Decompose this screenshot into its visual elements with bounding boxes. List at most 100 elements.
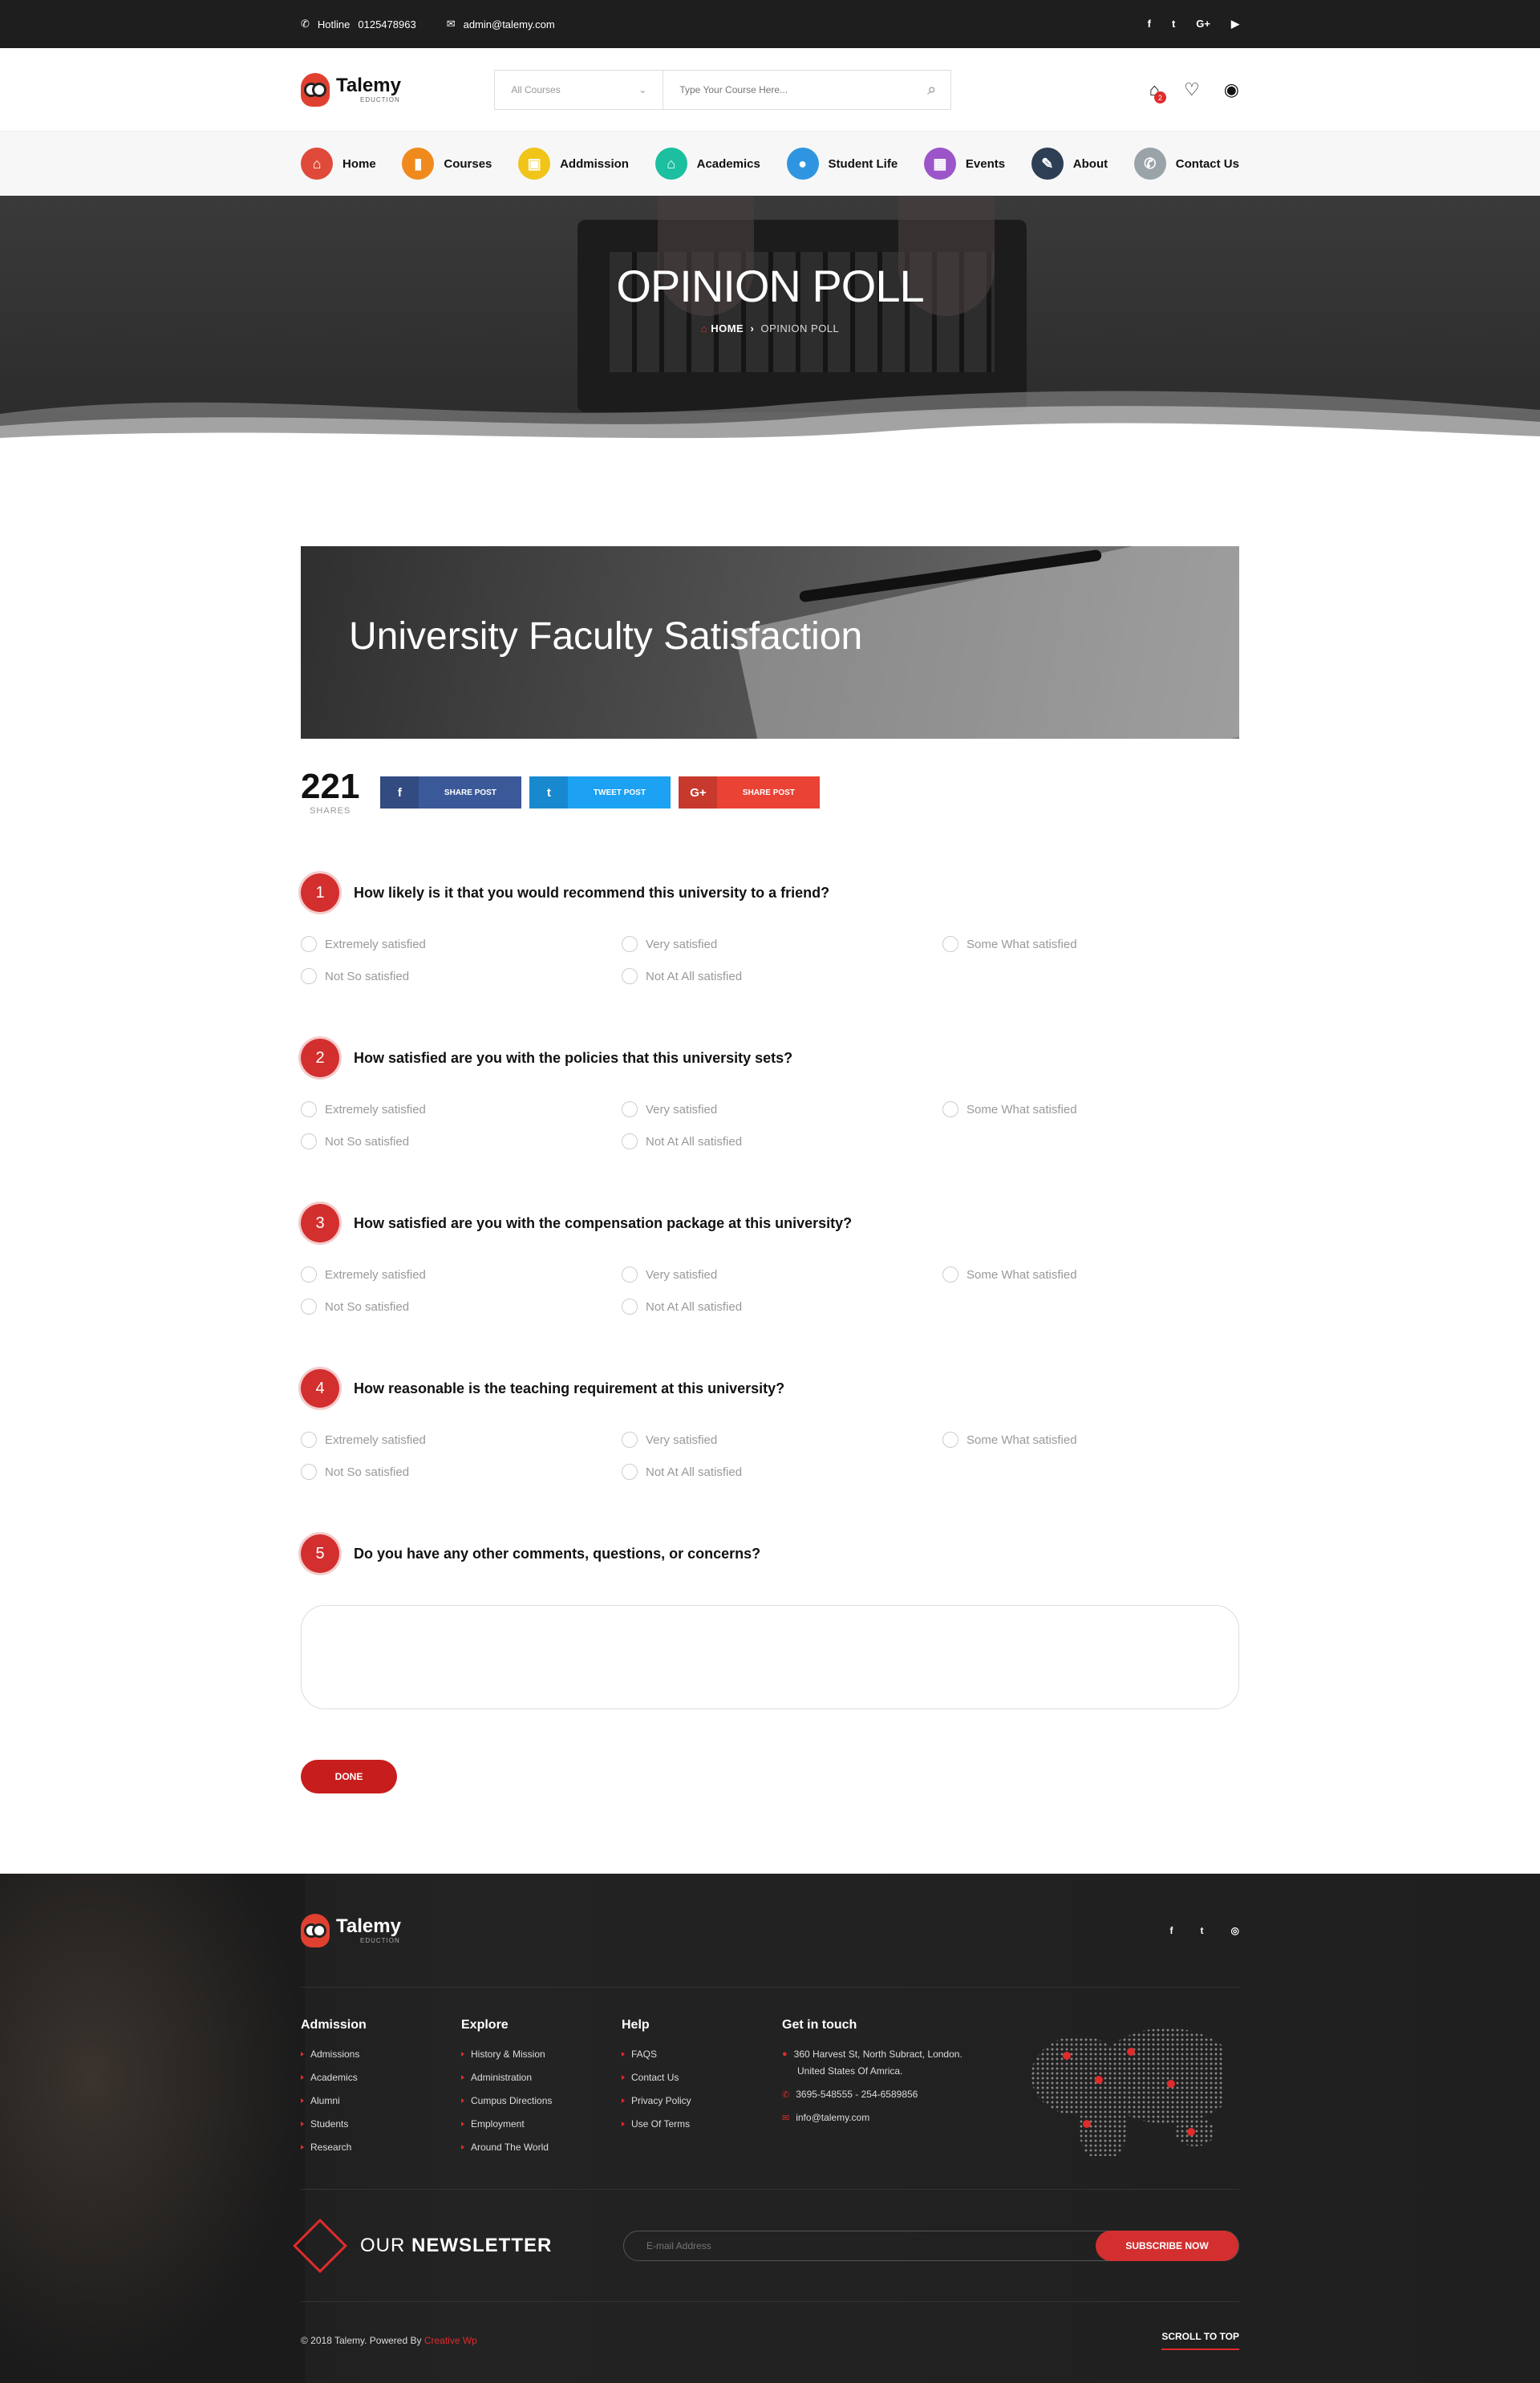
youtube-icon[interactable]: ▶ — [1231, 18, 1239, 30]
footer-logo[interactable]: Talemy EDUCTION — [301, 1913, 401, 1947]
google-plus-icon[interactable]: G+ — [1196, 18, 1210, 30]
radio-button[interactable] — [942, 936, 958, 952]
answer-option[interactable]: Very satisfied — [622, 1266, 942, 1283]
answer-option[interactable]: Not At All satisfied — [622, 1464, 942, 1480]
radio-button[interactable] — [622, 1299, 638, 1315]
newsletter-title: NEWSLETTER — [411, 2234, 553, 2256]
radio-button[interactable] — [942, 1101, 958, 1117]
question-number: 1 — [301, 873, 339, 912]
footer-link[interactable]: Around The World — [461, 2142, 622, 2153]
cart-icon[interactable]: ⌂ 2 — [1149, 79, 1167, 103]
answer-option[interactable]: Not At All satisfied — [622, 968, 942, 984]
footer-link[interactable]: Cumpus Directions — [461, 2095, 622, 2106]
nav-item-courses[interactable]: ▮ Courses — [402, 148, 492, 180]
user-icon[interactable]: ◉ — [1224, 79, 1239, 100]
answer-option[interactable]: Extremely satisfied — [301, 1266, 622, 1283]
radio-button[interactable] — [622, 1266, 638, 1283]
comments-textarea[interactable] — [301, 1605, 1239, 1709]
nav-item-events[interactable]: ▦ Events — [923, 148, 1005, 180]
radio-button[interactable] — [301, 968, 317, 984]
radio-button[interactable] — [622, 1432, 638, 1448]
answer-option[interactable]: Very satisfied — [622, 1101, 942, 1117]
radio-button[interactable] — [301, 936, 317, 952]
nav-item-academics[interactable]: ⌂ Academics — [654, 148, 760, 180]
scroll-to-top-button[interactable]: SCROLL TO TOP — [1161, 2331, 1239, 2350]
footer-link[interactable]: Admissions — [301, 2049, 461, 2060]
option-label: Extremely satisfied — [325, 1267, 426, 1282]
map-pin — [1167, 2080, 1175, 2088]
nav-item-contact-us[interactable]: ✆ Contact Us — [1133, 148, 1239, 180]
answer-option[interactable]: Some What satisfied — [942, 936, 1239, 952]
done-button[interactable]: DONE — [301, 1760, 397, 1793]
radio-button[interactable] — [622, 1101, 638, 1117]
answer-option[interactable]: Very satisfied — [622, 1432, 942, 1448]
question-2: 2 How satisfied are you with the policies… — [301, 1039, 1239, 1149]
footer-link[interactable]: Students — [301, 2118, 461, 2130]
world-map — [1031, 2028, 1223, 2156]
footer-link[interactable]: Administration — [461, 2072, 622, 2083]
answer-option[interactable]: Not So satisfied — [301, 1133, 622, 1149]
answer-option[interactable]: Not So satisfied — [301, 1464, 622, 1480]
footer-link[interactable]: Use Of Terms — [622, 2118, 782, 2130]
phone-numbers: 3695-548555 - 254-6589856 — [796, 2089, 918, 2100]
twitter-icon[interactable]: t — [1201, 1925, 1204, 1936]
radio-button[interactable] — [301, 1432, 317, 1448]
header: Talemy EDUCTION All Courses ⌄ ⌕ ⌂2 ♡ ◉ — [0, 48, 1540, 132]
footer-link[interactable]: Academics — [301, 2072, 461, 2083]
answer-option[interactable]: Not At All satisfied — [622, 1299, 942, 1315]
radio-button[interactable] — [622, 1133, 638, 1149]
nav-item-addmission[interactable]: ▣ Addmission — [518, 148, 629, 180]
answer-option[interactable]: Not At All satisfied — [622, 1133, 942, 1149]
radio-button[interactable] — [301, 1464, 317, 1480]
answer-option[interactable]: Extremely satisfied — [301, 936, 622, 952]
radio-button[interactable] — [301, 1299, 317, 1315]
footer-link[interactable]: Alumni — [301, 2095, 461, 2106]
footer-link[interactable]: History & Mission — [461, 2049, 622, 2060]
logo[interactable]: Talemy EDUCTION — [301, 73, 401, 107]
twitter-icon[interactable]: t — [1172, 18, 1175, 30]
radio-button[interactable] — [622, 936, 638, 952]
category-select[interactable]: All Courses ⌄ — [495, 71, 664, 109]
powered-by-link[interactable]: Creative Wp — [424, 2335, 477, 2346]
nav-label: Contact Us — [1175, 156, 1239, 171]
radio-button[interactable] — [622, 968, 638, 984]
footer-link[interactable]: Contact Us — [622, 2072, 782, 2083]
answer-option[interactable]: Not So satisfied — [301, 968, 622, 984]
nav-item-home[interactable]: ⌂ Home — [301, 148, 376, 180]
answer-option[interactable]: Some What satisfied — [942, 1266, 1239, 1283]
nav-item-about[interactable]: ✎ About — [1031, 148, 1108, 180]
footer-link[interactable]: Research — [301, 2142, 461, 2153]
footer-link[interactable]: Employment — [461, 2118, 622, 2130]
nav-label: Student Life — [828, 156, 898, 171]
heart-icon[interactable]: ♡ — [1184, 79, 1200, 100]
radio-button[interactable] — [942, 1266, 958, 1283]
answer-option[interactable]: Some What satisfied — [942, 1432, 1239, 1448]
newsletter-email-input[interactable] — [646, 2239, 967, 2251]
subscribe-button[interactable]: SUBSCRIBE NOW — [1096, 2230, 1238, 2261]
footer-link[interactable]: Privacy Policy — [622, 2095, 782, 2106]
answer-option[interactable]: Some What satisfied — [942, 1101, 1239, 1117]
twitter-share-button[interactable]: t TWEET POST — [529, 776, 671, 809]
footer-link[interactable]: FAQS — [622, 2049, 782, 2060]
radio-button[interactable] — [942, 1432, 958, 1448]
contact-email[interactable]: info@talemy.com — [796, 2112, 869, 2123]
google-share-button[interactable]: G+ SHARE POST — [679, 776, 821, 809]
email-address[interactable]: admin@talemy.com — [464, 18, 555, 30]
breadcrumb-home[interactable]: HOME — [711, 322, 744, 334]
radio-button[interactable] — [301, 1266, 317, 1283]
search-input[interactable] — [679, 84, 905, 95]
answer-option[interactable]: Very satisfied — [622, 936, 942, 952]
radio-button[interactable] — [301, 1101, 317, 1117]
hotline-number[interactable]: 0125478963 — [358, 18, 415, 30]
facebook-icon[interactable]: f — [1170, 1925, 1173, 1936]
nav-item-student-life[interactable]: ● Student Life — [786, 148, 898, 180]
answer-option[interactable]: Not So satisfied — [301, 1299, 622, 1315]
answer-option[interactable]: Extremely satisfied — [301, 1432, 622, 1448]
facebook-share-button[interactable]: f SHARE POST — [380, 776, 522, 809]
search-icon[interactable]: ⌕ — [927, 81, 936, 99]
answer-option[interactable]: Extremely satisfied — [301, 1101, 622, 1117]
instagram-icon[interactable]: ◎ — [1231, 1925, 1239, 1936]
radio-button[interactable] — [622, 1464, 638, 1480]
radio-button[interactable] — [301, 1133, 317, 1149]
facebook-icon[interactable]: f — [1148, 18, 1151, 30]
